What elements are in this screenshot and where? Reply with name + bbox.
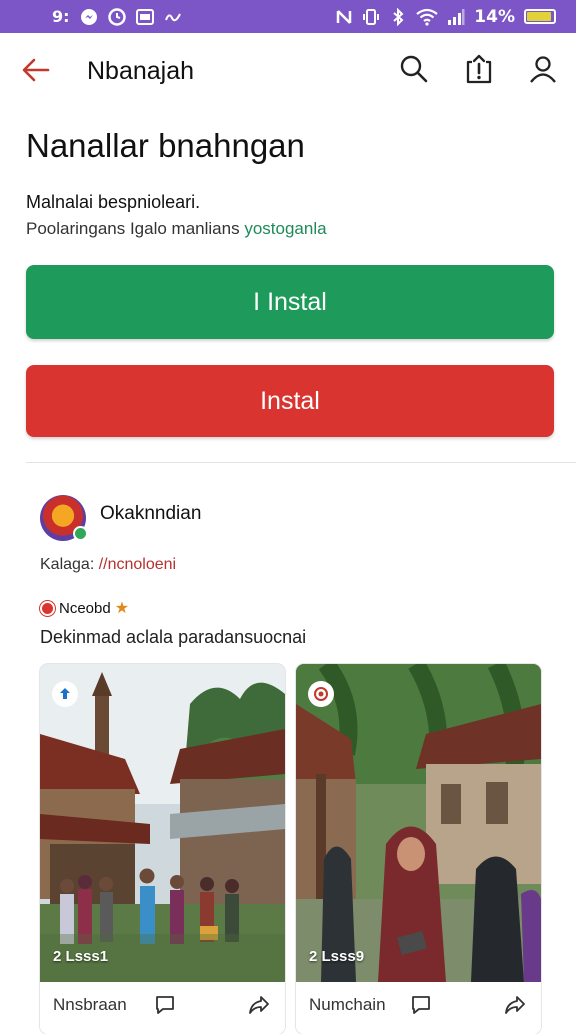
card-count: 2 Lsss9 — [309, 948, 365, 965]
comment-icon[interactable] — [410, 994, 432, 1016]
share-icon[interactable] — [248, 994, 270, 1016]
post-meta: Kalaga: //ncnoloeni — [40, 556, 176, 574]
avatar[interactable] — [40, 495, 88, 541]
post-tag-label: Nceobd — [59, 599, 111, 617]
battery-percent: 14% — [474, 6, 515, 27]
install-button-primary[interactable]: I Instal — [26, 265, 554, 339]
village-photo — [40, 664, 285, 982]
alarm-icon: 9: — [52, 7, 70, 26]
page-subtitle: Malnalai bespnioleari. — [26, 192, 201, 212]
record-dot-icon — [40, 600, 55, 616]
description-highlight[interactable]: yostoganla — [244, 219, 326, 238]
app-bar-title: Nbanajah — [87, 57, 195, 85]
card-label: Numchain — [309, 995, 386, 1014]
star-icon: ★ — [114, 600, 130, 617]
page-description: Poolaringans Igalo manlians yostoganla — [26, 219, 327, 239]
post-tag: Nceobd ★ — [40, 598, 129, 618]
section-divider — [26, 462, 576, 463]
messenger-icon — [80, 8, 97, 25]
profile-icon[interactable] — [527, 53, 559, 85]
post-author[interactable]: Okaknndian — [100, 503, 201, 525]
status-left: 9: — [52, 0, 182, 33]
install-button-secondary[interactable]: Instal — [26, 365, 554, 437]
photo-card[interactable]: 2 Lsss1 Nnsbraan — [40, 664, 285, 1034]
village-photo — [296, 664, 541, 982]
cell-signal-icon — [448, 8, 465, 25]
status-bar: 9: 14% — [0, 0, 576, 33]
upload-icon[interactable] — [52, 681, 78, 707]
card-label: Nnsbraan — [53, 995, 127, 1014]
back-arrow-icon[interactable] — [20, 55, 52, 85]
battery-icon — [524, 9, 556, 24]
status-right: 14% — [335, 0, 556, 33]
page-title: Nanallar bnahngan — [26, 127, 305, 164]
share-icon[interactable] — [504, 994, 526, 1016]
gallery-icon — [135, 8, 154, 25]
post-meta-value[interactable]: //ncnoloeni — [99, 556, 176, 573]
comment-icon[interactable] — [154, 994, 176, 1016]
post-meta-label: Kalaga: — [40, 556, 95, 573]
wifi-icon — [416, 8, 438, 26]
search-icon[interactable] — [398, 53, 430, 85]
card-footer: Numchain — [296, 982, 541, 1034]
description-text: Poolaringans Igalo manlians — [26, 219, 240, 238]
share-alert-icon[interactable] — [463, 53, 495, 85]
card-count: 2 Lsss1 — [53, 948, 109, 965]
app-bar: Nbanajah — [0, 33, 576, 107]
post-text: Dekinmad aclala paradansuocnai — [40, 627, 307, 647]
nfc-icon — [337, 9, 352, 24]
card-footer: Nnsbraan — [40, 982, 285, 1034]
vibrate-icon — [363, 8, 380, 25]
photo-card[interactable]: 2 Lsss9 Numchain — [296, 664, 541, 1034]
signal-wave-icon — [164, 13, 181, 21]
clock-icon — [107, 7, 126, 26]
bluetooth-icon — [393, 7, 404, 26]
verified-badge-icon — [73, 526, 88, 541]
live-icon[interactable] — [308, 681, 334, 707]
